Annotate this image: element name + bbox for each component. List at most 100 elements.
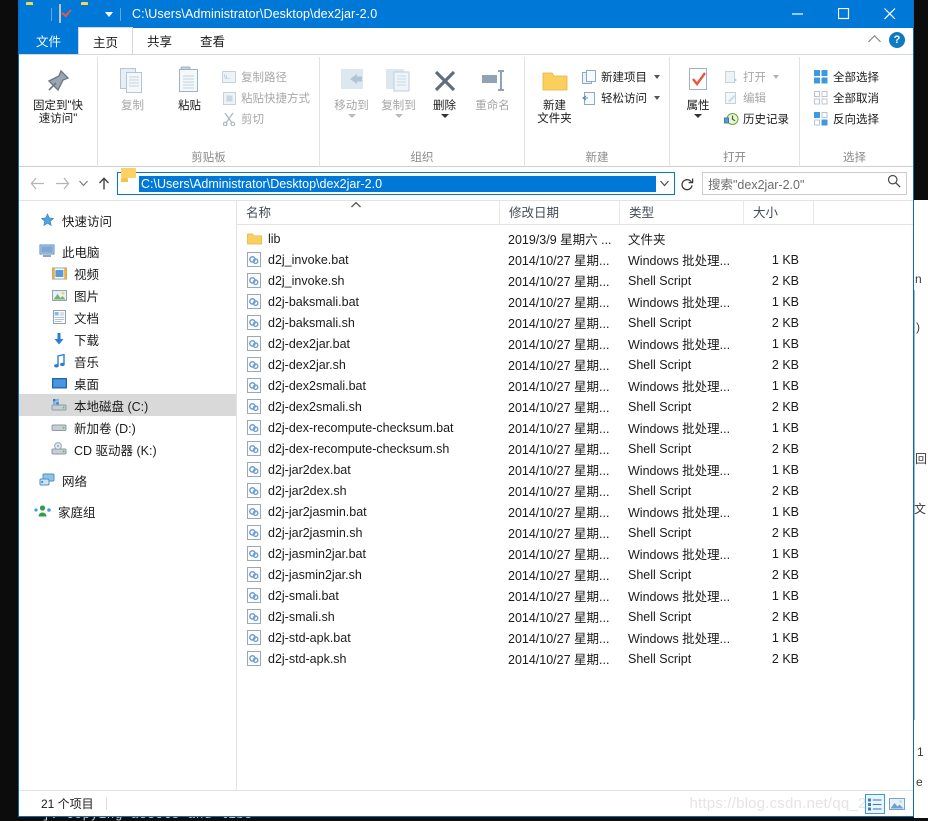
file-name-cell[interactable]: d2j-baksmali.bat <box>237 294 499 310</box>
file-name-cell[interactable]: d2j-smali.bat <box>237 588 499 604</box>
pin-to-quick-access-button[interactable]: 固定到"快 速访问" <box>27 61 89 126</box>
move-to-button[interactable]: 移动到 <box>328 61 375 118</box>
file-name-cell[interactable]: d2j-jar2jasmin.sh <box>237 525 499 541</box>
open-button[interactable]: 打开 <box>720 66 792 87</box>
file-name-cell[interactable]: d2j-jar2dex.bat <box>237 462 499 478</box>
back-button[interactable] <box>25 172 49 196</box>
file-name-cell[interactable]: d2j-std-apk.sh <box>237 651 499 667</box>
table-row[interactable]: d2j-std-apk.bat 2014/10/27 星期... Windows 批… <box>237 627 913 648</box>
chevron-down-icon[interactable] <box>654 95 660 100</box>
sidebar-item-videos[interactable]: 视频 <box>19 262 236 284</box>
table-row[interactable]: d2j_invoke.sh 2014/10/27 星期... Shell Scrip… <box>237 270 913 291</box>
table-row[interactable]: d2j-jasmin2jar.sh 2014/10/27 星期... Shell S… <box>237 564 913 585</box>
sidebar-item-network[interactable]: 网络 <box>19 469 236 491</box>
file-name-cell[interactable]: d2j-baksmali.sh <box>237 315 499 331</box>
sidebar-item-pictures[interactable]: 图片 <box>19 284 236 306</box>
table-row[interactable]: d2j-jar2jasmin.sh 2014/10/27 星期... Shell S… <box>237 522 913 543</box>
table-row[interactable]: d2j-dex2jar.sh 2014/10/27 星期... Shell Scri… <box>237 354 913 375</box>
table-row[interactable]: d2j-jar2dex.bat 2014/10/27 星期... Windows 批… <box>237 459 913 480</box>
new-folder-icon[interactable] <box>81 5 99 23</box>
new-item-button[interactable]: 新建项目 <box>578 66 663 87</box>
table-row[interactable]: d2j-dex2smali.sh 2014/10/27 星期... Shell Sc… <box>237 396 913 417</box>
table-row[interactable]: d2j-jar2dex.sh 2014/10/27 星期... Shell Scri… <box>237 480 913 501</box>
select-none-button[interactable]: 全部取消 <box>810 87 882 108</box>
forward-button[interactable] <box>50 172 74 196</box>
table-row[interactable]: d2j-jar2jasmin.bat 2014/10/27 星期... Window… <box>237 501 913 522</box>
help-icon[interactable]: ? <box>889 32 905 48</box>
copy-to-button[interactable]: 复制到 <box>375 61 422 118</box>
sidebar-item-cd-drive-k[interactable]: CD 驱动器 (K:) <box>19 438 236 460</box>
table-row[interactable]: d2j-smali.bat 2014/10/27 星期... Windows 批处理… <box>237 585 913 606</box>
address-input[interactable]: C:\Users\Administrator\Desktop\dex2jar-2… <box>117 167 675 195</box>
file-name-cell[interactable]: d2j-dex2smali.sh <box>237 399 499 415</box>
sidebar-item-new-volume-d[interactable]: 新加卷 (D:) <box>19 416 236 438</box>
file-name-cell[interactable]: d2j-dex2smali.bat <box>237 378 499 394</box>
chevron-down-icon[interactable] <box>654 74 660 79</box>
tab-file[interactable]: 文件 <box>19 27 79 54</box>
file-name-cell[interactable]: d2j-dex-recompute-checksum.bat <box>237 420 499 436</box>
search-input[interactable]: 搜索"dex2jar-2.0" <box>702 172 907 195</box>
maximize-button[interactable] <box>821 0 867 28</box>
easy-access-button[interactable]: 轻松访问 <box>578 87 663 108</box>
file-name-cell[interactable]: d2j-dex-recompute-checksum.sh <box>237 441 499 457</box>
rename-button[interactable]: 重命名 <box>467 61 518 113</box>
delete-button[interactable]: 删除 <box>422 61 467 118</box>
chevron-up-icon[interactable] <box>868 35 881 48</box>
chevron-down-icon[interactable] <box>440 114 449 118</box>
recent-locations-button[interactable] <box>75 172 91 196</box>
chevron-down-icon[interactable] <box>347 114 356 118</box>
copy-path-button[interactable]: \\.. 复制路径 <box>218 66 313 87</box>
sidebar-item-desktop[interactable]: 桌面 <box>19 372 236 394</box>
file-name-cell[interactable]: d2j-jasmin2jar.sh <box>237 567 499 583</box>
file-name-cell[interactable]: d2j-smali.sh <box>237 609 499 625</box>
sidebar-item-quick-access[interactable]: 快速访问 <box>19 209 236 231</box>
chevron-down-icon[interactable] <box>773 74 779 79</box>
file-name-cell[interactable]: d2j-dex2jar.bat <box>237 336 499 352</box>
address-path-text[interactable]: C:\Users\Administrator\Desktop\dex2jar-2… <box>139 175 656 192</box>
table-row[interactable]: d2j-dex-recompute-checksum.bat 2014/10/27… <box>237 417 913 438</box>
file-name-cell[interactable]: d2j-jasmin2jar.bat <box>237 546 499 562</box>
file-name-cell[interactable]: d2j-std-apk.bat <box>237 630 499 646</box>
table-row[interactable]: d2j-std-apk.sh 2014/10/27 星期... Shell Scri… <box>237 648 913 669</box>
sidebar-item-local-disk-c[interactable]: 本地磁盘 (C:) <box>19 394 236 416</box>
sidebar-item-homegroup[interactable]: 家庭组 <box>19 500 236 522</box>
details-view-button[interactable] <box>865 794 885 814</box>
chevron-down-icon[interactable] <box>694 114 702 118</box>
invert-selection-button[interactable]: 反向选择 <box>810 108 882 129</box>
close-button[interactable] <box>867 0 913 28</box>
column-header-end[interactable] <box>813 200 873 225</box>
large-icons-view-button[interactable] <box>887 794 907 814</box>
sidebar-item-documents[interactable]: 文档 <box>19 306 236 328</box>
minimize-button[interactable] <box>775 0 821 28</box>
chevron-down-icon[interactable] <box>105 11 113 17</box>
column-header-name[interactable]: 名称 <box>237 201 499 225</box>
navigation-pane[interactable]: 快速访问 此电脑 视频 图片 文档 下载 音乐 桌面 本地磁盘 (C:) 新加卷… <box>19 201 237 790</box>
properties-button[interactable]: 属性 <box>676 61 720 118</box>
tab-home[interactable]: 主页 <box>78 27 134 54</box>
file-name-cell[interactable]: d2j_invoke.bat <box>237 252 499 268</box>
paste-button[interactable]: 粘贴 <box>161 61 218 113</box>
file-name-cell[interactable]: d2j-dex2jar.sh <box>237 357 499 373</box>
table-row[interactable]: d2j-baksmali.bat 2014/10/27 星期... Windows … <box>237 291 913 312</box>
column-header-size[interactable]: 大小 <box>743 200 813 225</box>
file-rows[interactable]: lib 2019/3/9 星期六 ... 文件夹 d2j_invoke.bat 2014… <box>237 225 913 790</box>
search-icon[interactable] <box>887 174 901 193</box>
table-row[interactable]: d2j-smali.sh 2014/10/27 星期... Shell Script… <box>237 606 913 627</box>
paste-shortcut-button[interactable]: 粘贴快捷方式 <box>218 87 313 108</box>
quick-access-toolbar[interactable] <box>19 0 124 28</box>
up-button[interactable] <box>92 172 116 196</box>
properties-check-icon[interactable] <box>59 4 77 23</box>
table-row[interactable]: d2j-dex-recompute-checksum.sh 2014/10/27 … <box>237 438 913 459</box>
table-row[interactable]: lib 2019/3/9 星期六 ... 文件夹 <box>237 228 913 249</box>
file-name-cell[interactable]: d2j-jar2jasmin.bat <box>237 504 499 520</box>
table-row[interactable]: d2j-dex2smali.bat 2014/10/27 星期... Windows… <box>237 375 913 396</box>
table-row[interactable]: d2j-jasmin2jar.bat 2014/10/27 星期... Window… <box>237 543 913 564</box>
history-button[interactable]: 历史记录 <box>720 108 792 129</box>
file-name-cell[interactable]: d2j_invoke.sh <box>237 273 499 289</box>
table-row[interactable]: d2j_invoke.bat 2014/10/27 星期... Windows 批处… <box>237 249 913 270</box>
cut-button[interactable]: 剪切 <box>218 108 313 129</box>
tab-share[interactable]: 共享 <box>133 27 186 54</box>
column-header-date[interactable]: 修改日期 <box>499 200 619 225</box>
chevron-down-icon[interactable] <box>656 180 672 187</box>
table-row[interactable]: d2j-baksmali.sh 2014/10/27 星期... Shell Scr… <box>237 312 913 333</box>
